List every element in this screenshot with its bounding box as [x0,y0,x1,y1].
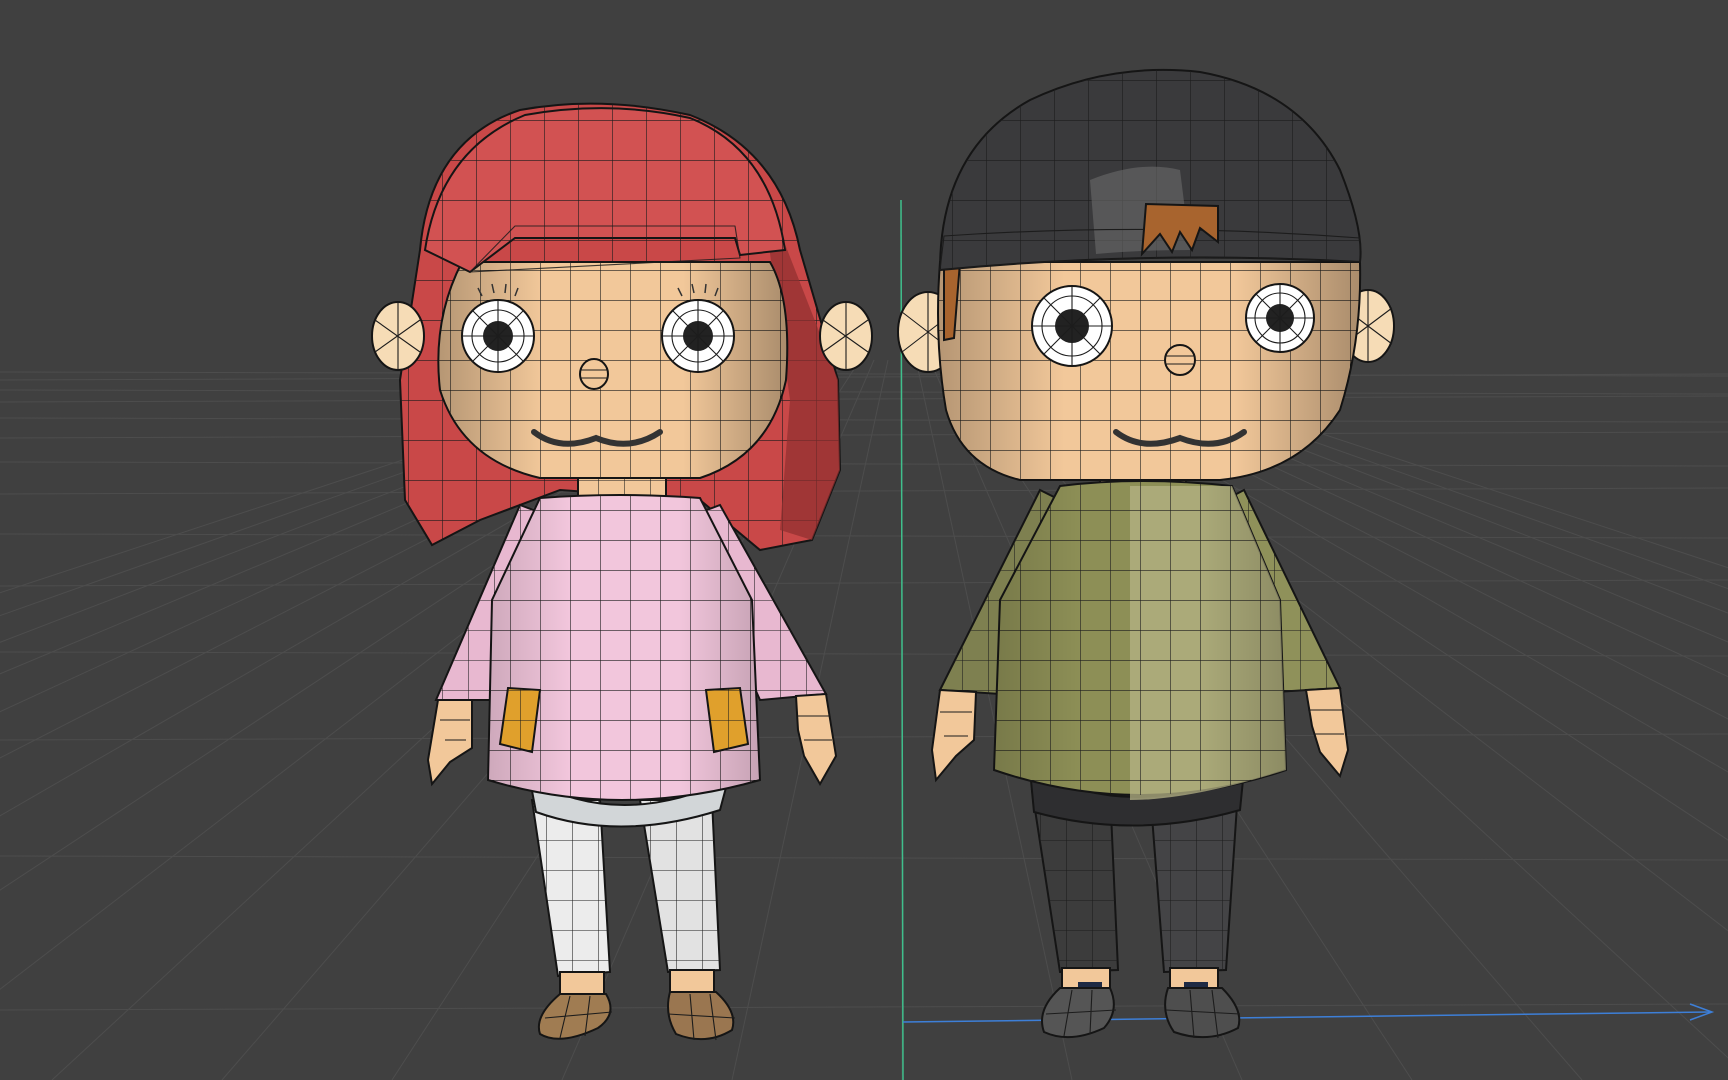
grid-line [0,579,1728,587]
boy-right-eye [1245,283,1315,353]
boy-right-hand [1304,686,1350,779]
grid-line [0,733,1728,741]
viewport-canvas[interactable] [0,0,1728,1080]
boy-right-shoe [1164,987,1241,1039]
grid-line [0,487,1728,495]
grid-line [0,461,1728,467]
girl-character-model[interactable] [371,102,873,1041]
grid-line [0,395,1728,403]
grid-line [0,651,1728,657]
grid-line [0,373,1728,381]
grid-line [0,533,1728,539]
grid-line [0,389,1728,395]
grid-line [0,431,1728,439]
boy-left-eye [1031,285,1113,367]
girl-left-hand [426,699,473,787]
boy-left-hand [930,688,978,783]
grid-line [0,1003,1728,1011]
x-axis-line [902,1011,1711,1023]
grid-line [0,855,1728,861]
3d-viewport[interactable] [0,0,1728,1080]
girl-nose [579,358,609,390]
boy-nose [1164,344,1196,376]
ground-grid [0,359,1728,1080]
girl-left-shoe [538,993,612,1040]
boy-character-model[interactable] [897,68,1395,1039]
grid-line [0,417,1728,423]
girl-right-hand [794,692,838,787]
